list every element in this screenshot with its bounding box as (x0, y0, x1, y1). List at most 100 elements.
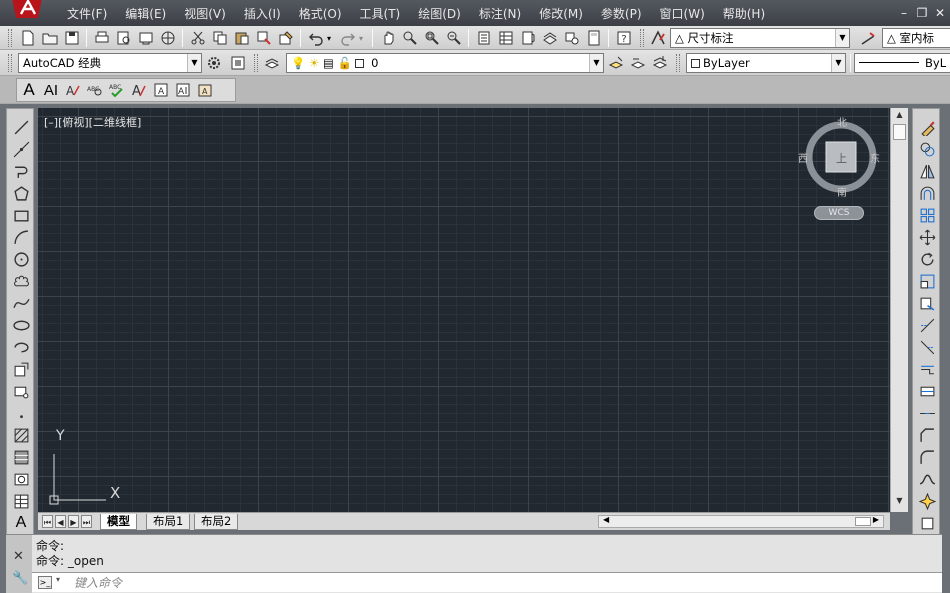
ellipse-arc-icon[interactable] (10, 337, 32, 357)
scroll-thumb[interactable] (855, 517, 871, 526)
scroll-down-icon[interactable]: ▼ (891, 496, 908, 510)
erase-icon[interactable] (916, 117, 938, 137)
justify-text-icon[interactable]: A (173, 80, 193, 100)
extend-icon[interactable] (916, 337, 938, 357)
spline-icon[interactable] (10, 293, 32, 313)
scale-text-icon[interactable]: A (151, 80, 171, 100)
copy-icon[interactable] (210, 28, 230, 48)
point-icon[interactable] (10, 403, 32, 423)
insert-block-icon[interactable] (10, 359, 32, 379)
minimize-button[interactable]: – (898, 4, 910, 22)
tab-model[interactable]: 模型 (100, 514, 137, 530)
scroll-right-icon[interactable]: ▶ (873, 515, 879, 524)
viewcube-north[interactable]: 北 (837, 114, 847, 129)
table-icon[interactable] (10, 491, 32, 511)
menu-help[interactable]: 帮助(H) (714, 5, 774, 23)
properties-icon[interactable] (474, 28, 494, 48)
edit-text-icon[interactable]: A (63, 80, 83, 100)
new-file-icon[interactable] (18, 28, 38, 48)
more-tools-icon[interactable] (916, 513, 938, 533)
viewcube-south[interactable]: 南 (837, 184, 847, 199)
mtext-icon[interactable]: A (10, 513, 32, 533)
multiline-text-icon[interactable]: A (19, 80, 39, 100)
break-icon[interactable] (916, 381, 938, 401)
construction-line-icon[interactable] (10, 139, 32, 159)
scroll-up-icon[interactable]: ▲ (891, 110, 908, 124)
menu-dimension[interactable]: 标注(N) (470, 5, 530, 23)
command-window-handle[interactable]: ✕ 🔧 (6, 535, 32, 593)
rectangle-icon[interactable] (10, 205, 32, 225)
vertical-scrollbar[interactable]: ▲ ▼ (890, 108, 908, 512)
help-icon[interactable]: ? (614, 28, 634, 48)
viewcube[interactable]: 北 南 东 西 上 (798, 114, 882, 199)
print-preview-icon[interactable] (114, 28, 134, 48)
viewcube-east[interactable]: 东 (870, 150, 880, 165)
drawing-area[interactable]: [–][俯视][二维线框] 北 南 东 西 上 WCS Y X (38, 108, 890, 512)
hatch-icon[interactable] (10, 425, 32, 445)
print-icon[interactable] (92, 28, 112, 48)
redo-icon[interactable] (338, 28, 358, 48)
block-editor-icon[interactable] (276, 28, 296, 48)
wrench-icon[interactable]: 🔧 (12, 571, 28, 586)
redo-dropdown-icon[interactable]: ▾ (356, 28, 366, 48)
trim-icon[interactable] (916, 315, 938, 335)
scroll-thumb[interactable] (893, 124, 906, 140)
sheet-set-icon[interactable] (540, 28, 560, 48)
stretch-icon[interactable] (916, 293, 938, 313)
prev-tab-icon[interactable]: ◀ (55, 515, 66, 528)
recent-commands-dropdown-icon[interactable]: ▾ (56, 575, 60, 584)
make-current-layer-icon[interactable] (606, 53, 626, 73)
menu-window[interactable]: 窗口(W) (651, 5, 714, 23)
autocad-logo-icon[interactable] (8, 0, 48, 22)
color-select[interactable]: ByLayer ▼ (686, 53, 846, 73)
match-properties-icon[interactable] (254, 28, 274, 48)
markup-set-icon[interactable] (562, 28, 582, 48)
zoom-window-icon[interactable] (422, 28, 442, 48)
wcs-menu-button[interactable]: WCS (814, 206, 864, 220)
publish-icon[interactable] (136, 28, 156, 48)
menu-modify[interactable]: 修改(M) (530, 5, 592, 23)
linetype-select[interactable]: ByL (854, 53, 950, 73)
zoom-previous-icon[interactable] (444, 28, 464, 48)
text-style-icon[interactable] (858, 28, 878, 48)
layer-states-icon[interactable] (650, 53, 670, 73)
chamfer-icon[interactable] (916, 425, 938, 445)
scroll-left-icon[interactable]: ◀ (603, 515, 609, 524)
layer-previous-icon[interactable] (628, 53, 648, 73)
tab-layout1[interactable]: 布局1 (146, 514, 191, 530)
toolbar-grip[interactable] (676, 54, 680, 72)
make-block-icon[interactable] (10, 381, 32, 401)
toolbar-grip[interactable] (8, 54, 12, 72)
tab-layout2[interactable]: 布局2 (194, 514, 239, 530)
revision-cloud-icon[interactable] (10, 271, 32, 291)
join-icon[interactable] (916, 403, 938, 423)
horizontal-scrollbar[interactable]: ◀ ▶ (598, 515, 884, 528)
move-icon[interactable] (916, 227, 938, 247)
array-icon[interactable] (916, 205, 938, 225)
gradient-icon[interactable] (10, 447, 32, 467)
mirror-icon[interactable] (916, 161, 938, 181)
zoom-realtime-icon[interactable] (400, 28, 420, 48)
fillet-icon[interactable] (916, 447, 938, 467)
arc-icon[interactable] (10, 227, 32, 247)
cut-icon[interactable] (188, 28, 208, 48)
viewcube-top-face[interactable]: 上 (836, 150, 847, 166)
dim-style-select[interactable]: △ 尺寸标注 ▼ (670, 28, 850, 48)
close-icon[interactable]: ✕ (13, 549, 24, 564)
close-button[interactable]: ✕ (934, 4, 946, 22)
quickcalc-icon[interactable] (584, 28, 604, 48)
workspace-select[interactable]: AutoCAD 经典 ▼ (18, 53, 202, 73)
toolbar-grip[interactable] (8, 29, 12, 47)
undo-dropdown-icon[interactable]: ▾ (324, 28, 334, 48)
next-tab-icon[interactable]: ▶ (68, 515, 79, 528)
explode-icon[interactable] (916, 491, 938, 511)
save-icon[interactable] (62, 28, 82, 48)
last-tab-icon[interactable]: ⏭ (81, 515, 92, 528)
command-prompt-icon[interactable]: >_ (38, 576, 52, 589)
pan-icon[interactable] (378, 28, 398, 48)
offset-icon[interactable] (916, 183, 938, 203)
text-style-icon[interactable]: A (129, 80, 149, 100)
open-file-icon[interactable] (40, 28, 60, 48)
polygon-icon[interactable] (10, 183, 32, 203)
menu-draw[interactable]: 绘图(D) (409, 5, 470, 23)
